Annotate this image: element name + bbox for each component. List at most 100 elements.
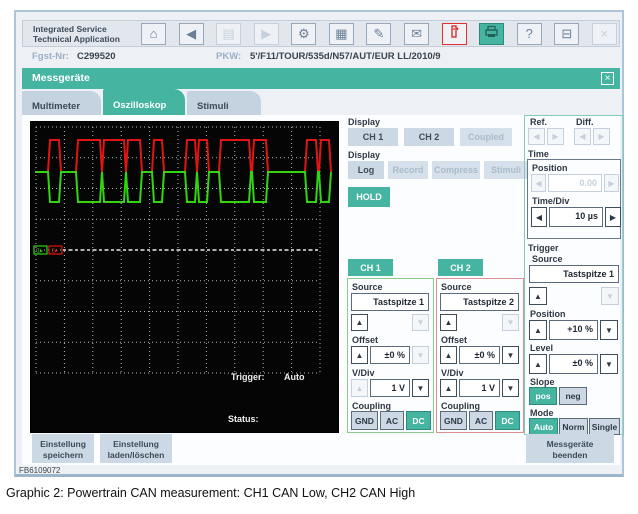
ref-next-button[interactable]: ▶ [547, 128, 564, 145]
timediv-left-button[interactable]: ◀ [531, 207, 547, 227]
record-button[interactable]: Record [388, 161, 428, 179]
compress-button[interactable]: Compress [432, 161, 480, 179]
close-icon[interactable]: × [592, 23, 617, 45]
tab-multimeter[interactable]: Multimeter [22, 91, 101, 115]
ch1-header-button[interactable]: CH 1 [348, 259, 393, 276]
scope-trigger-label: Trigger: [231, 372, 265, 382]
ch2-vdiv-value: 1 V [459, 379, 500, 397]
timediv-right-button[interactable]: ▶ [605, 207, 621, 227]
documents-icon[interactable]: ▤ [216, 23, 241, 45]
pkw-value: 5'/F11/TOUR/535d/N57/AUT/EUR LL/2010/9 [250, 51, 441, 62]
trigger-slope-label: Slope [530, 377, 555, 387]
scope-waveform: 1▸2▸ [31, 122, 338, 432]
diff-prev-button[interactable]: ◀ [574, 128, 591, 145]
print-icon[interactable] [479, 23, 504, 45]
vehicle-info-bar: Fgst-Nr: C299520 PKW: 5'/F11/TOUR/535d/N… [22, 49, 620, 65]
ch2-offset-up-button[interactable]: ▲ [440, 346, 457, 364]
load-settings-line1: Einstellung [100, 439, 172, 450]
ch2-source-value: Tastspitze 2 [440, 293, 519, 311]
slope-pos-button[interactable]: pos [529, 387, 557, 405]
ch1-source-up-button[interactable]: ▲ [351, 314, 368, 331]
ch1-source-down-button[interactable]: ▼ [412, 314, 429, 331]
dialog-close-icon[interactable]: × [601, 72, 614, 85]
ch2-vdiv-down-button[interactable]: ▼ [502, 379, 519, 397]
trigger-level-down-button[interactable]: ▼ [600, 354, 618, 374]
stimuli-button[interactable]: Stimuli [484, 161, 528, 179]
ch1-vdiv-down-button[interactable]: ▼ [412, 379, 429, 397]
app-title-line1: Integrated Service [33, 24, 153, 34]
end-measurement-button[interactable]: Messgeräte beenden [526, 434, 614, 463]
time-position-value: 0.00 [548, 174, 602, 192]
log-button[interactable]: Log [348, 161, 384, 179]
scope-status-label: Status: [228, 414, 259, 424]
caption: Graphic 2: Powertrain CAN measurement: C… [6, 486, 415, 500]
measurement-probe-icon[interactable] [442, 23, 467, 45]
back-icon[interactable]: ◀ [179, 23, 204, 45]
tab-stimuli[interactable]: Stimuli [187, 91, 261, 115]
wrench-icon[interactable]: ⚙ [291, 23, 316, 45]
trigger-source-down-button[interactable]: ▼ [601, 287, 619, 305]
ref-prev-button[interactable]: ◀ [528, 128, 545, 145]
ch1-source-label: Source [352, 282, 383, 292]
mode-norm-button[interactable]: Norm [559, 418, 588, 435]
ch1-offset-up-button[interactable]: ▲ [351, 346, 368, 364]
end-measurement-line1: Messgeräte [526, 439, 614, 450]
hold-button[interactable]: HOLD [348, 187, 390, 207]
workshop-system-icon[interactable]: ▦ [329, 23, 354, 45]
time-position-right-button[interactable]: ▶ [604, 174, 619, 192]
ch2-gnd-button[interactable]: GND [440, 411, 467, 430]
app-window: Integrated Service Technical Application… [14, 10, 624, 477]
ch1-vdiv-up-button[interactable]: ▲ [351, 379, 368, 397]
help-icon[interactable]: ? [517, 23, 542, 45]
ch2-dc-button[interactable]: DC [495, 411, 520, 430]
ch1-gnd-button[interactable]: GND [351, 411, 378, 430]
save-settings-button[interactable]: Einstellung speichern [32, 434, 94, 463]
save-settings-line2: speichern [32, 450, 94, 461]
home-icon[interactable]: ⌂ [141, 23, 166, 45]
ch1-offset-down-button[interactable]: ▼ [412, 346, 429, 364]
trigger-position-down-button[interactable]: ▼ [600, 320, 618, 340]
ch2-offset-down-button[interactable]: ▼ [502, 346, 519, 364]
trigger-position-up-button[interactable]: ▲ [529, 320, 547, 340]
ch2-vdiv-up-button[interactable]: ▲ [440, 379, 457, 397]
toolbar-icons: ⌂ ◀ ▤ ▶ ⚙ ▦ ✎ ✉ ? ⊟ × [141, 22, 617, 46]
mode-auto-button[interactable]: Auto [529, 418, 558, 435]
ch2-ac-button[interactable]: AC [469, 411, 493, 430]
ch1-offset-value: ±0 % [370, 346, 410, 364]
trigger-source-up-button[interactable]: ▲ [529, 287, 547, 305]
ch2-header-button[interactable]: CH 2 [438, 259, 483, 276]
ch2-source-down-button[interactable]: ▼ [502, 314, 519, 331]
figure-number: FB6109072 [19, 466, 60, 475]
diff-next-button[interactable]: ▶ [593, 128, 610, 145]
window-icon[interactable]: ⊟ [554, 23, 579, 45]
trigger-source-label: Source [532, 254, 563, 264]
display-coupled-button[interactable]: Coupled [460, 128, 512, 146]
trigger-level-label: Level [530, 343, 553, 353]
display-ch-label: Display [348, 117, 380, 127]
diff-label: Diff. [576, 117, 594, 127]
trigger-level-up-button[interactable]: ▲ [529, 354, 547, 374]
svg-text:2▸: 2▸ [52, 249, 58, 255]
scope-trigger-value: Auto [284, 372, 305, 382]
ch1-dc-button[interactable]: DC [406, 411, 431, 430]
tab-oszilloskop[interactable]: Oszilloskop [103, 89, 185, 115]
display-mode-label: Display [348, 150, 380, 160]
ch2-source-up-button[interactable]: ▲ [440, 314, 457, 331]
slope-neg-button[interactable]: neg [559, 387, 587, 405]
timediv-value: 10 µs [549, 207, 603, 227]
display-ch1-button[interactable]: CH 1 [348, 128, 398, 146]
forward-icon[interactable]: ▶ [254, 23, 279, 45]
connector-icon[interactable]: ✎ [366, 23, 391, 45]
trigger-position-label: Position [530, 309, 566, 319]
load-settings-button[interactable]: Einstellung laden/löschen [100, 434, 172, 463]
display-ch2-button[interactable]: CH 2 [404, 128, 454, 146]
app-title: Integrated Service Technical Application [33, 24, 153, 44]
ch1-offset-label: Offset [352, 335, 378, 345]
ch1-ac-button[interactable]: AC [380, 411, 404, 430]
dialog-title: Messgeräte [32, 72, 90, 84]
ch1-vdiv-value: 1 V [370, 379, 410, 397]
mail-icon[interactable]: ✉ [404, 23, 429, 45]
trigger-position-value: +10 % [549, 320, 598, 340]
time-position-left-button[interactable]: ◀ [531, 174, 546, 192]
mode-single-button[interactable]: Single [589, 418, 620, 435]
